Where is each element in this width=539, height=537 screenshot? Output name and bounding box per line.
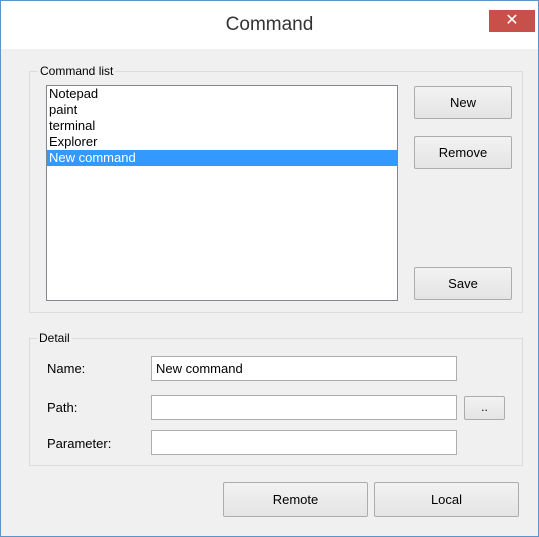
list-item-selected[interactable]: New command — [47, 150, 397, 166]
window-title: Command — [225, 14, 314, 35]
list-item[interactable]: Explorer — [47, 134, 397, 150]
name-label: Name: — [47, 361, 86, 376]
list-item[interactable]: terminal — [47, 118, 397, 134]
title-bar[interactable]: Command ✕ — [1, 1, 538, 49]
remote-button[interactable]: Remote — [223, 482, 368, 517]
new-button[interactable]: New — [414, 86, 512, 119]
detail-group-label: Detail — [37, 331, 72, 345]
close-button[interactable]: ✕ — [489, 10, 535, 32]
name-field[interactable] — [151, 356, 457, 381]
path-label: Path: — [47, 400, 78, 415]
remove-button[interactable]: Remove — [414, 136, 512, 169]
command-listbox[interactable]: Notepad paint terminal Explorer New comm… — [46, 85, 398, 301]
command-list-group-label: Command list — [38, 64, 116, 78]
browse-button[interactable]: .. — [464, 396, 505, 420]
parameter-label: Parameter: — [47, 436, 112, 451]
path-field[interactable] — [151, 395, 457, 420]
local-button[interactable]: Local — [374, 482, 519, 517]
close-icon: ✕ — [505, 12, 519, 29]
save-button[interactable]: Save — [414, 267, 512, 300]
list-item[interactable]: paint — [47, 102, 397, 118]
parameter-field[interactable] — [151, 430, 457, 455]
command-dialog: Command ✕ Command list Notepad paint ter… — [0, 0, 539, 537]
list-item[interactable]: Notepad — [47, 86, 397, 102]
